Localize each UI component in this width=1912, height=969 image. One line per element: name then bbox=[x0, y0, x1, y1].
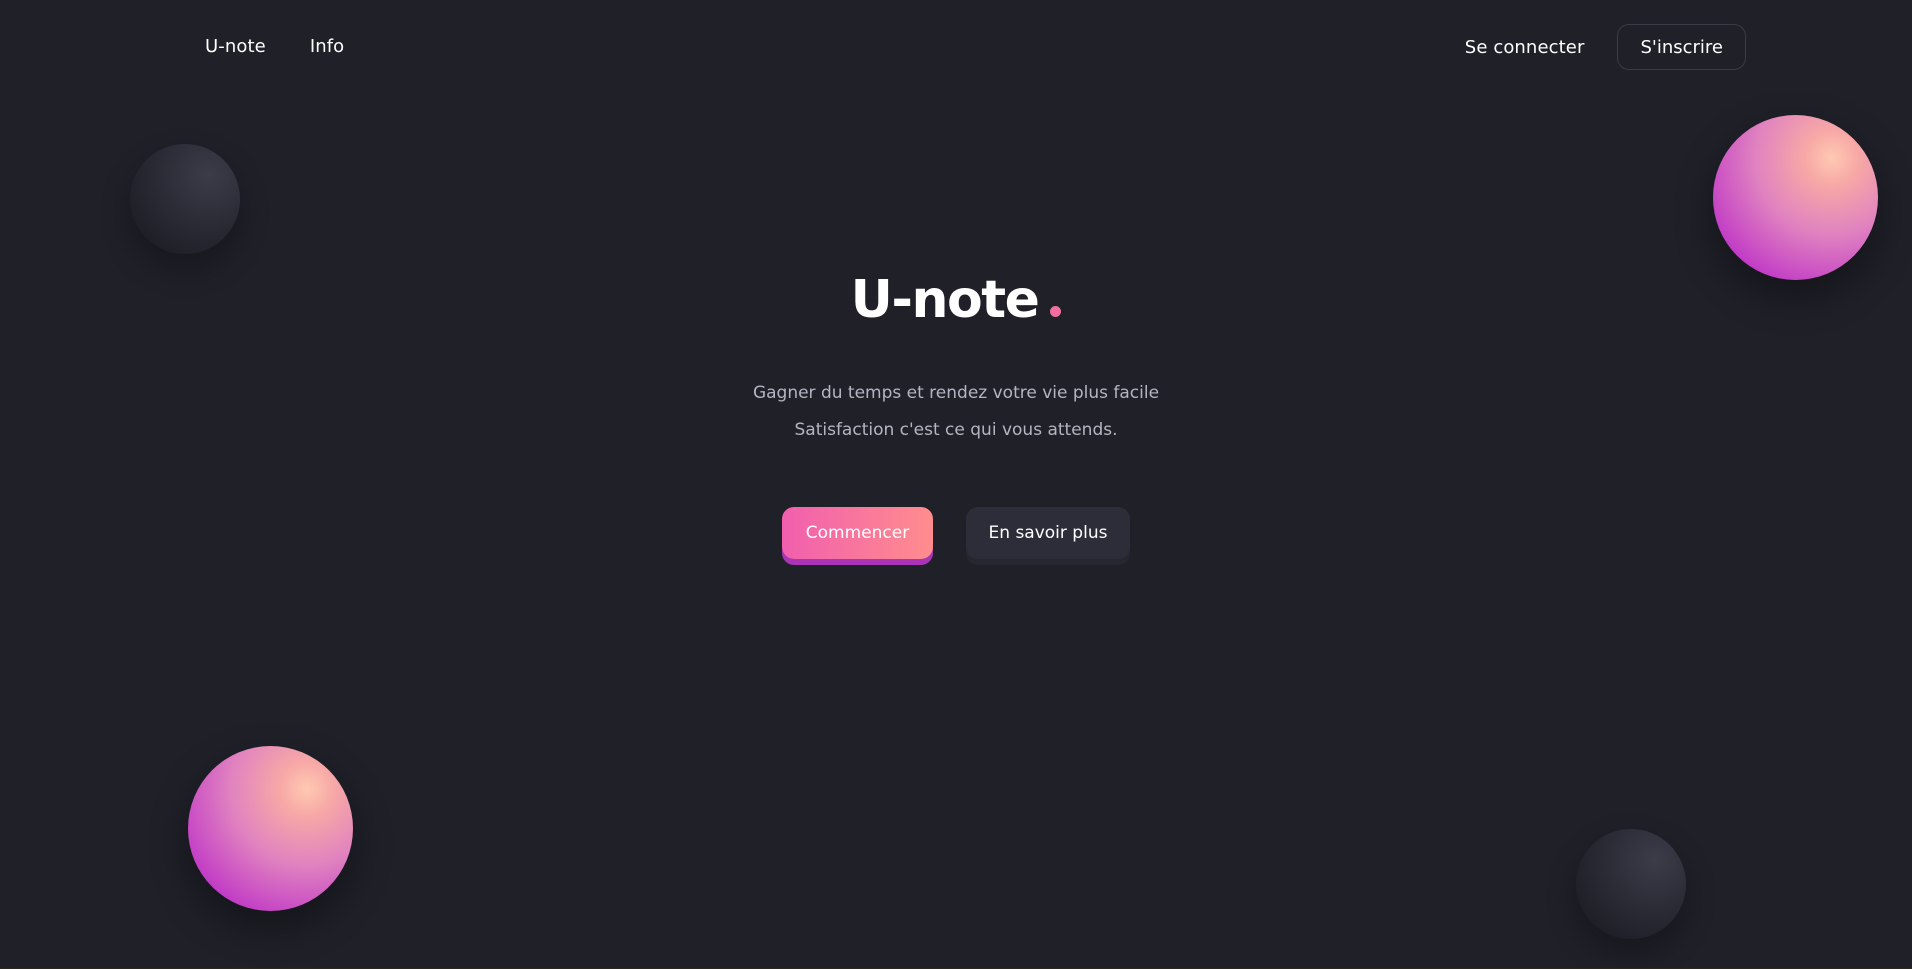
hero-section: U-note Gagner du temps et rendez votre v… bbox=[0, 270, 1912, 559]
decorative-sphere-pink-top-right bbox=[1713, 115, 1878, 280]
hero-actions: Commencer En savoir plus bbox=[0, 507, 1912, 559]
decorative-sphere-dark-top-left bbox=[130, 144, 240, 254]
hero-subtitle: Gagner du temps et rendez votre vie plus… bbox=[0, 375, 1912, 449]
hero-title-text: U-note bbox=[850, 270, 1040, 330]
nav-brand-link[interactable]: U-note bbox=[205, 36, 266, 57]
signup-button[interactable]: S'inscrire bbox=[1617, 24, 1746, 70]
subtitle-line-2: Satisfaction c'est ce qui vous attends. bbox=[794, 420, 1118, 440]
nav-right: Se connecter S'inscrire bbox=[1465, 24, 1746, 70]
decorative-sphere-dark-bottom-right bbox=[1576, 829, 1686, 939]
subtitle-line-1: Gagner du temps et rendez votre vie plus… bbox=[752, 383, 1160, 403]
landing-page: U-note Info Se connecter S'inscrire U-no… bbox=[0, 0, 1912, 969]
decorative-sphere-pink-bottom-left bbox=[188, 746, 353, 911]
start-button[interactable]: Commencer bbox=[782, 507, 933, 559]
nav-info-link[interactable]: Info bbox=[310, 36, 344, 57]
title-dot-icon bbox=[1050, 306, 1062, 317]
hero-title: U-note bbox=[851, 270, 1062, 330]
login-link[interactable]: Se connecter bbox=[1465, 37, 1585, 58]
learn-more-button[interactable]: En savoir plus bbox=[966, 507, 1130, 559]
nav-left: U-note Info bbox=[205, 36, 344, 57]
